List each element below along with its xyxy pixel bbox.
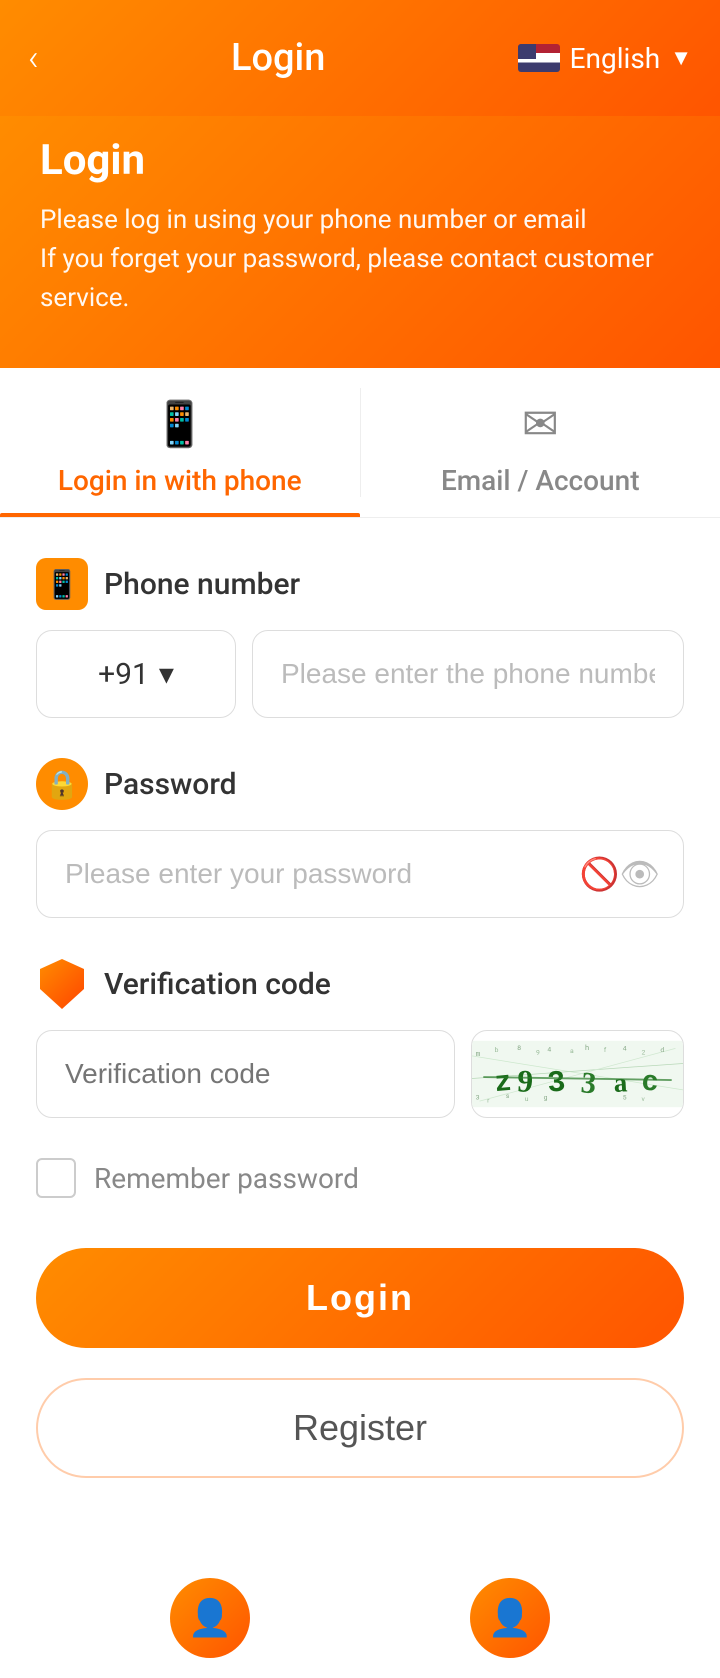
main-form: 📱 Phone number +91 ▾ 🔒 Password 🚫👁 Veri — [0, 518, 720, 1558]
bottom-icons-bar: 👤 👤 — [0, 1558, 720, 1678]
eye-icon[interactable]: 🚫👁 — [580, 855, 660, 893]
svg-text:8: 8 — [517, 1044, 521, 1052]
phone-tab-icon: 📱 — [152, 398, 207, 450]
hero-description: Please log in using your phone number or… — [40, 201, 680, 318]
tab-email[interactable]: ✉ Email / Account — [361, 368, 720, 517]
country-code-value: +91 — [98, 657, 149, 692]
lock-icon: 🔒 — [36, 758, 88, 810]
phone-icon: 📱 — [36, 558, 88, 610]
email-tab-icon: ✉ — [522, 398, 559, 450]
svg-text:3: 3 — [546, 1066, 566, 1101]
svg-text:c: c — [640, 1066, 659, 1100]
svg-text:d: d — [660, 1046, 664, 1054]
flag-icon — [518, 44, 560, 72]
app-header: ‹ Login English ▼ — [0, 0, 720, 116]
svg-text:b: b — [495, 1046, 499, 1054]
svg-text:h: h — [585, 1043, 589, 1052]
bottom-icon-left[interactable]: 👤 — [170, 1578, 250, 1658]
captcha-image[interactable]: m b 8 9 4 a h f 4 2 d 3 r s u g 5 — [471, 1030, 684, 1118]
tab-phone[interactable]: 📱 Login in with phone — [0, 368, 360, 517]
verification-label: Verification code — [36, 958, 684, 1010]
svg-text:2: 2 — [642, 1048, 646, 1056]
svg-text:9: 9 — [536, 1048, 540, 1056]
svg-text:z: z — [493, 1066, 513, 1100]
bottom-icon-right[interactable]: 👤 — [470, 1578, 550, 1658]
country-chevron-icon: ▾ — [159, 657, 174, 692]
remember-password-checkbox[interactable] — [36, 1158, 76, 1198]
password-wrapper: 🚫👁 — [36, 830, 684, 918]
verification-section: Verification code m b 8 9 4 a — [36, 958, 684, 1118]
password-label: 🔒 Password — [36, 758, 684, 810]
svg-text:g: g — [544, 1094, 548, 1102]
login-button[interactable]: Login — [36, 1248, 684, 1348]
tab-bar: 📱 Login in with phone ✉ Email / Account — [0, 368, 720, 518]
verification-row: m b 8 9 4 a h f 4 2 d 3 r s u g 5 — [36, 1030, 684, 1118]
country-code-selector[interactable]: +91 ▾ — [36, 630, 236, 718]
password-section: 🔒 Password 🚫👁 — [36, 758, 684, 918]
svg-text:9: 9 — [516, 1063, 534, 1099]
phone-input-row: +91 ▾ — [36, 630, 684, 718]
svg-text:a: a — [570, 1047, 574, 1055]
phone-label: 📱 Phone number — [36, 558, 684, 610]
shield-icon — [36, 958, 88, 1010]
remember-password-label: Remember password — [94, 1162, 359, 1195]
svg-text:4: 4 — [547, 1045, 551, 1053]
svg-text:4: 4 — [623, 1045, 627, 1053]
phone-input[interactable] — [252, 630, 684, 718]
svg-text:3: 3 — [476, 1094, 480, 1102]
verification-input[interactable] — [36, 1030, 455, 1118]
tab-email-label: Email / Account — [441, 464, 640, 497]
svg-text:a: a — [613, 1067, 629, 1098]
hero-title: Login — [40, 136, 680, 185]
language-selector[interactable]: English ▼ — [518, 42, 692, 75]
svg-text:m: m — [476, 1051, 481, 1059]
back-button[interactable]: ‹ — [28, 40, 39, 76]
language-label: English — [570, 42, 661, 75]
register-button[interactable]: Register — [36, 1378, 684, 1478]
tab-phone-label: Login in with phone — [58, 464, 302, 497]
header-title: Login — [231, 36, 325, 80]
hero-section: Login Please log in using your phone num… — [0, 116, 720, 368]
chevron-down-icon: ▼ — [670, 45, 692, 71]
phone-section: 📱 Phone number +91 ▾ — [36, 558, 684, 718]
remember-password-row: Remember password — [36, 1158, 684, 1198]
